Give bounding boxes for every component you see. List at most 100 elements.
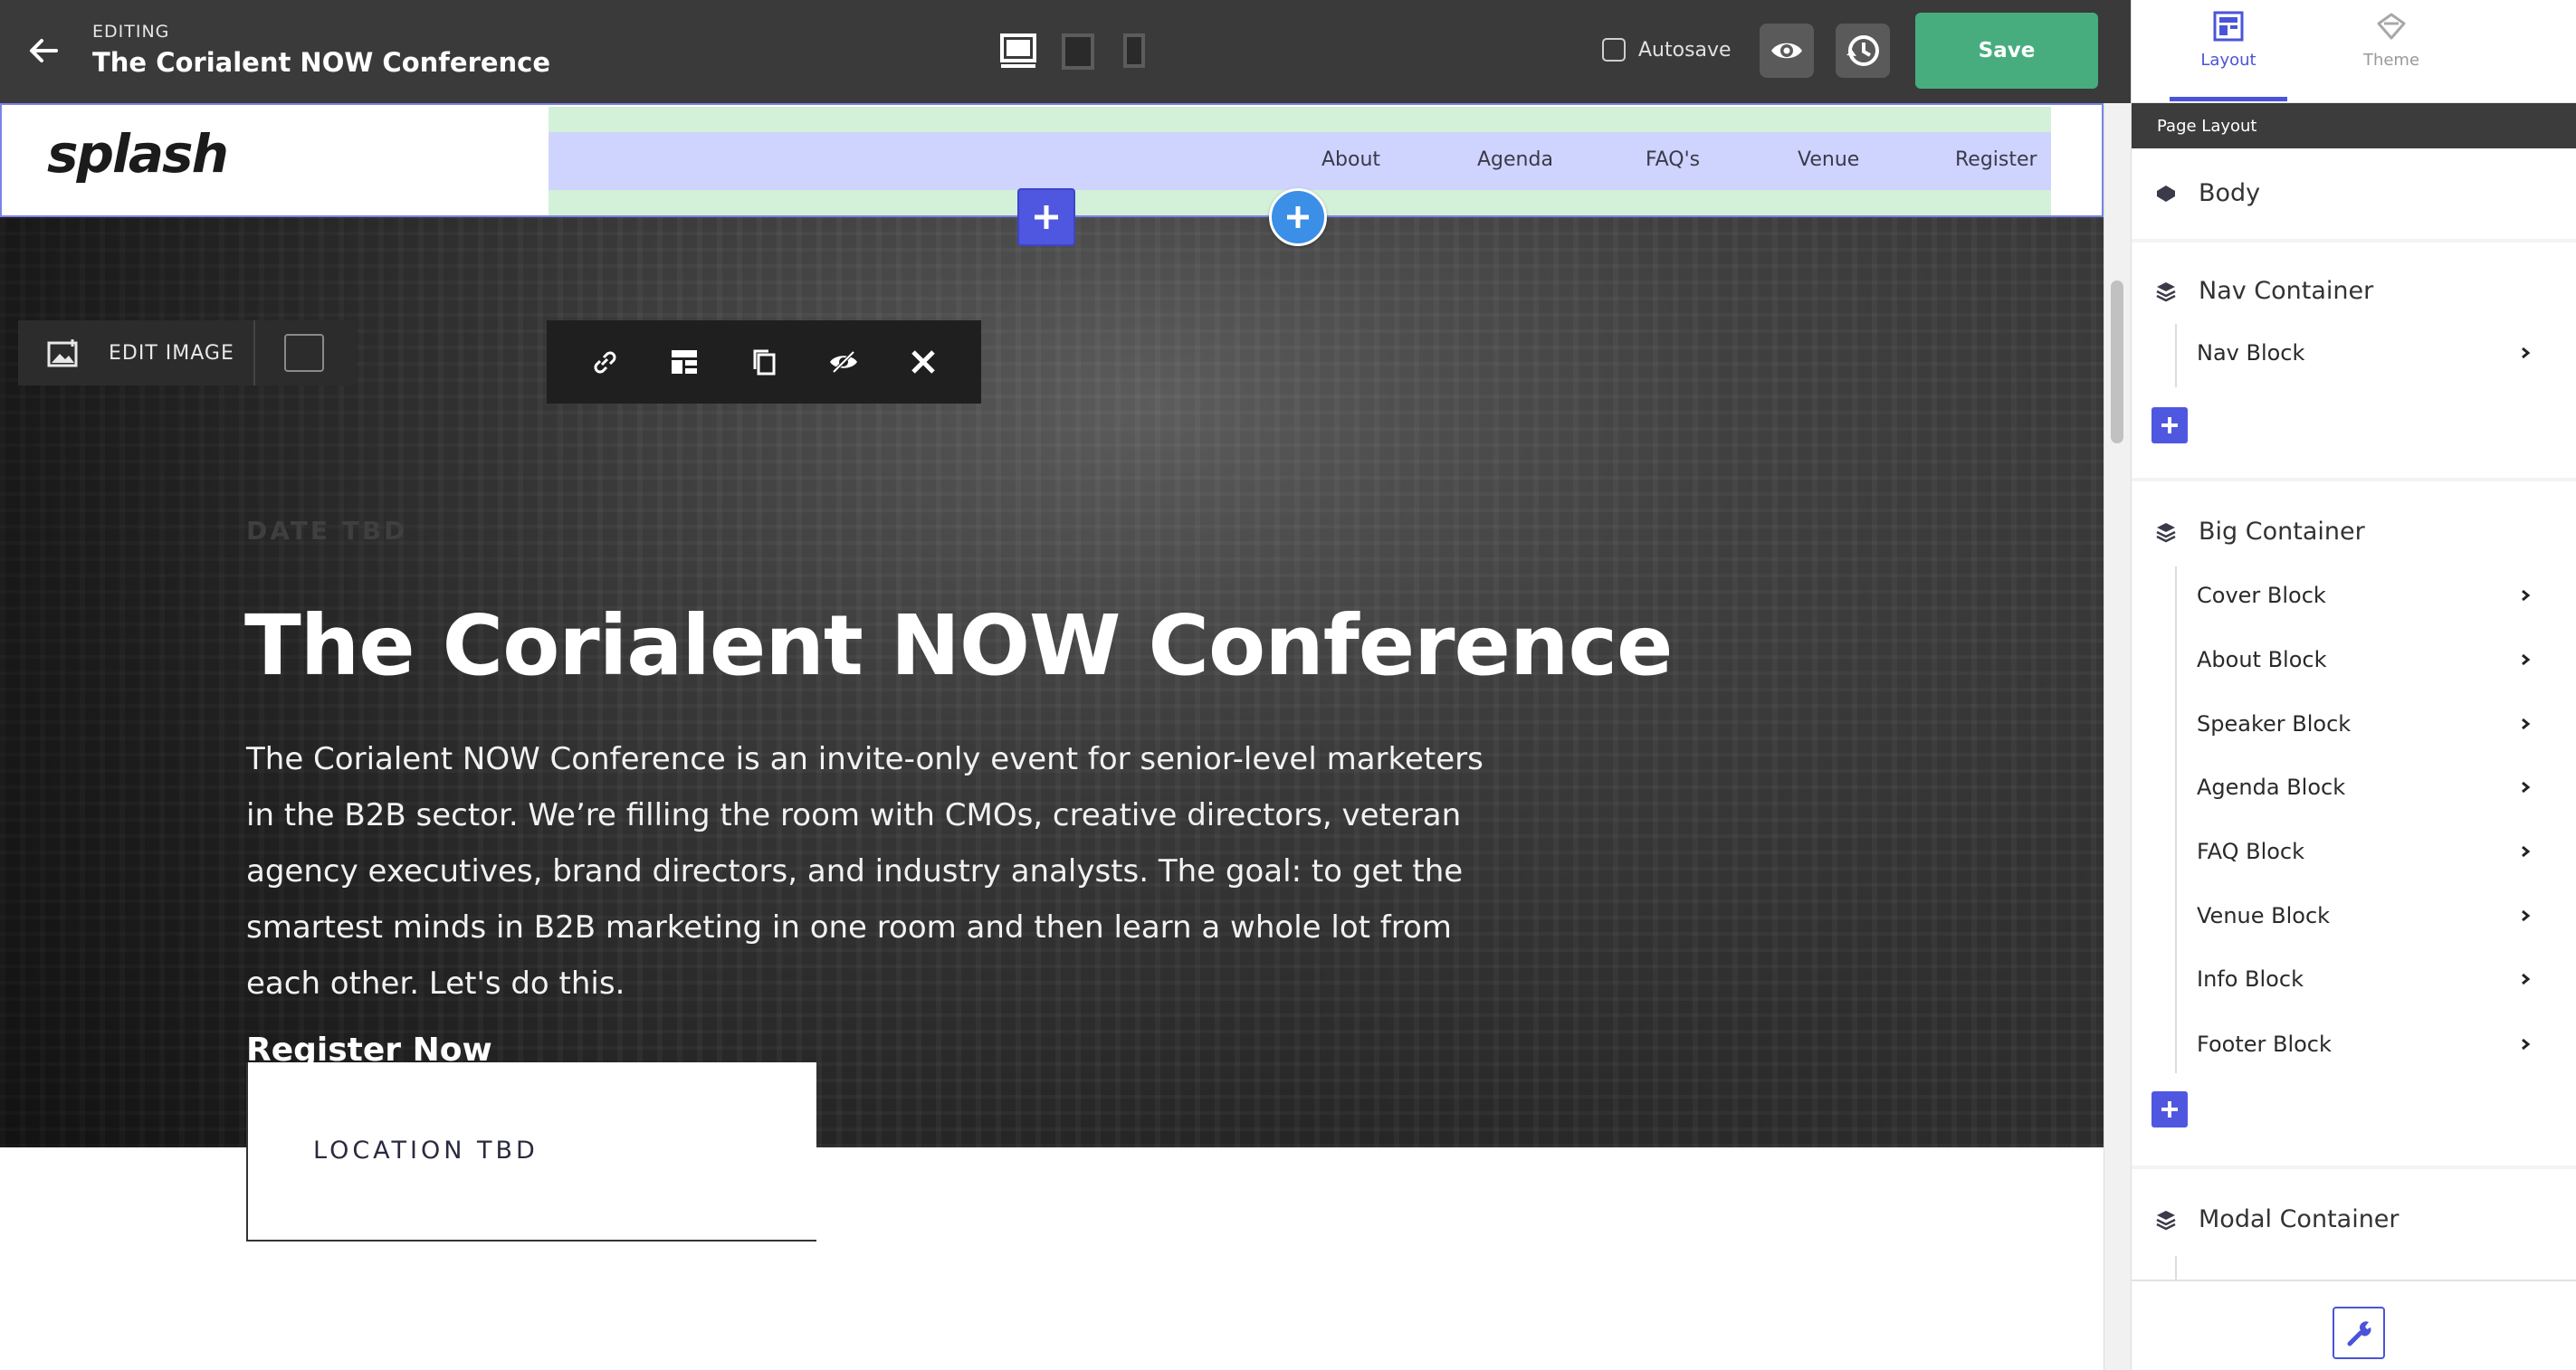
image-edit-icon	[47, 339, 78, 367]
arrow-left-icon	[30, 39, 58, 62]
hero-title[interactable]: The Corialent NOW Conference	[244, 597, 1673, 694]
tree-item-label: FAQ Block	[2197, 839, 2305, 864]
tree-item-about-block[interactable]: About Block	[2197, 633, 2532, 687]
tree-item-label: Agenda Block	[2197, 775, 2346, 800]
link-icon	[594, 351, 616, 374]
tree-item-modal-container[interactable]: Modal Container	[2155, 1205, 2399, 1233]
copy-icon	[753, 349, 776, 376]
location-card[interactable]: LOCATION TBD	[246, 1062, 816, 1242]
wrench-icon	[2347, 1321, 2371, 1346]
plus-icon	[2161, 1101, 2178, 1118]
history-icon	[1846, 35, 1879, 66]
plus-icon	[1287, 206, 1309, 228]
big-container-section: Big Container Cover Block About Block Sp…	[2132, 481, 2576, 1165]
tree-item-speaker-block[interactable]: Speaker Block	[2197, 697, 2532, 751]
stack-icon	[2157, 185, 2175, 202]
edit-image-button[interactable]: EDIT IMAGE	[18, 320, 255, 385]
canvas-scrollbar[interactable]	[2104, 103, 2131, 1370]
back-button[interactable]	[25, 33, 62, 69]
history-button[interactable]	[1836, 24, 1890, 78]
tree-line	[2175, 566, 2177, 1073]
splash-logo[interactable]: splash	[47, 123, 229, 185]
autosave-checkbox[interactable]	[1602, 38, 1626, 62]
phone-icon	[1123, 33, 1145, 68]
chevron-right-icon	[2522, 347, 2531, 359]
tree-item-label: Info Block	[2197, 966, 2304, 992]
tree-item-faq-block[interactable]: FAQ Block	[2197, 824, 2532, 879]
delete-block-button[interactable]	[907, 346, 940, 378]
theme-icon	[2377, 13, 2406, 40]
hide-block-button[interactable]	[827, 346, 860, 378]
add-section-button[interactable]	[1269, 188, 1327, 246]
chevron-right-icon	[2522, 589, 2531, 602]
nav-link-register[interactable]: Register	[1955, 148, 2037, 171]
tree-item-nav-block[interactable]: Nav Block	[2197, 326, 2532, 380]
nav-container-section: Nav Container Nav Block	[2132, 243, 2576, 478]
hero-description[interactable]: The Corialent NOW Conference is an invit…	[246, 731, 1513, 1012]
plus-icon	[2161, 417, 2178, 433]
chevron-right-icon	[2522, 781, 2531, 794]
preview-button[interactable]	[1760, 24, 1814, 78]
add-block-button[interactable]	[1017, 188, 1075, 246]
tree-item-label: Body	[2199, 179, 2261, 207]
tree-item-label: About Block	[2197, 647, 2327, 672]
phone-view-button[interactable]	[1122, 33, 1146, 69]
chevron-right-icon	[2522, 718, 2531, 730]
tree-item-label: Speaker Block	[2197, 711, 2352, 737]
chevron-right-icon	[2522, 845, 2531, 858]
duplicate-button[interactable]	[748, 346, 780, 378]
link-button[interactable]	[588, 346, 621, 378]
add-nav-block-button[interactable]	[2151, 407, 2188, 443]
tree-item-nav-container[interactable]: Nav Container	[2155, 277, 2373, 305]
tree-item-venue-block[interactable]: Venue Block	[2197, 889, 2532, 943]
body-section: Body	[2132, 148, 2576, 239]
event-date[interactable]: DATE TBD	[246, 516, 407, 546]
eye-slash-icon	[830, 350, 857, 374]
save-button[interactable]: Save	[1915, 13, 2098, 89]
chevron-right-icon	[2522, 909, 2531, 922]
chevron-right-icon	[2522, 653, 2531, 666]
side-panel: Layout Theme Page Layout Body Nav Contai…	[2131, 0, 2576, 1370]
layout-icon	[2213, 11, 2244, 42]
nav-link-faqs[interactable]: FAQ's	[1646, 148, 1700, 171]
edit-image-label: EDIT IMAGE	[109, 341, 234, 365]
tree-line	[2175, 1256, 2177, 1280]
tree-item-info-block[interactable]: Info Block	[2197, 952, 2532, 1006]
overlay-color-swatch[interactable]	[284, 334, 324, 372]
tree-item-agenda-block[interactable]: Agenda Block	[2197, 760, 2532, 814]
tablet-view-button[interactable]	[1061, 33, 1095, 71]
settings-button[interactable]	[2333, 1307, 2385, 1359]
tab-theme-label: Theme	[2362, 51, 2420, 70]
modal-container-section: Modal Container	[2132, 1169, 2576, 1280]
autosave-label: Autosave	[1638, 38, 1732, 62]
tree-item-cover-block[interactable]: Cover Block	[2197, 568, 2532, 623]
tree-item-label: Big Container	[2199, 518, 2365, 546]
tab-layout[interactable]: Layout	[2170, 11, 2287, 101]
tree-item-footer-block[interactable]: Footer Block	[2197, 1017, 2532, 1071]
layout-options-button[interactable]	[668, 346, 701, 378]
page-canvas: DATE TBD The Corialent NOW Conference Th…	[0, 103, 2104, 1370]
canvas-scrollbar-thumb[interactable]	[2111, 281, 2123, 443]
add-big-block-button[interactable]	[2151, 1091, 2188, 1127]
chevron-right-icon	[2522, 973, 2531, 985]
nav-link-venue[interactable]: Venue	[1798, 148, 1859, 171]
layers-icon	[2156, 1210, 2176, 1230]
page-layout-header: Page Layout	[2132, 103, 2576, 148]
desktop-view-button[interactable]	[999, 33, 1037, 71]
tree-item-big-container[interactable]: Big Container	[2155, 518, 2365, 546]
chevron-right-icon	[2522, 1038, 2531, 1051]
nav-link-about[interactable]: About	[1321, 148, 1380, 171]
layout-icon	[672, 350, 697, 374]
nav-link-agenda[interactable]: Agenda	[1477, 148, 1553, 171]
desktop-icon	[1000, 33, 1036, 68]
document-title: The Corialent NOW Conference	[92, 47, 551, 78]
tablet-icon	[1062, 33, 1094, 70]
tree-line	[2175, 324, 2177, 387]
autosave-toggle[interactable]: Autosave	[1602, 38, 1732, 62]
layers-icon	[2156, 281, 2176, 301]
tab-theme[interactable]: Theme	[2333, 11, 2450, 101]
close-icon	[911, 350, 935, 374]
tree-item-label: Cover Block	[2197, 583, 2326, 608]
tree-item-body[interactable]: Body	[2155, 179, 2260, 207]
location-text[interactable]: LOCATION TBD	[313, 1137, 539, 1165]
